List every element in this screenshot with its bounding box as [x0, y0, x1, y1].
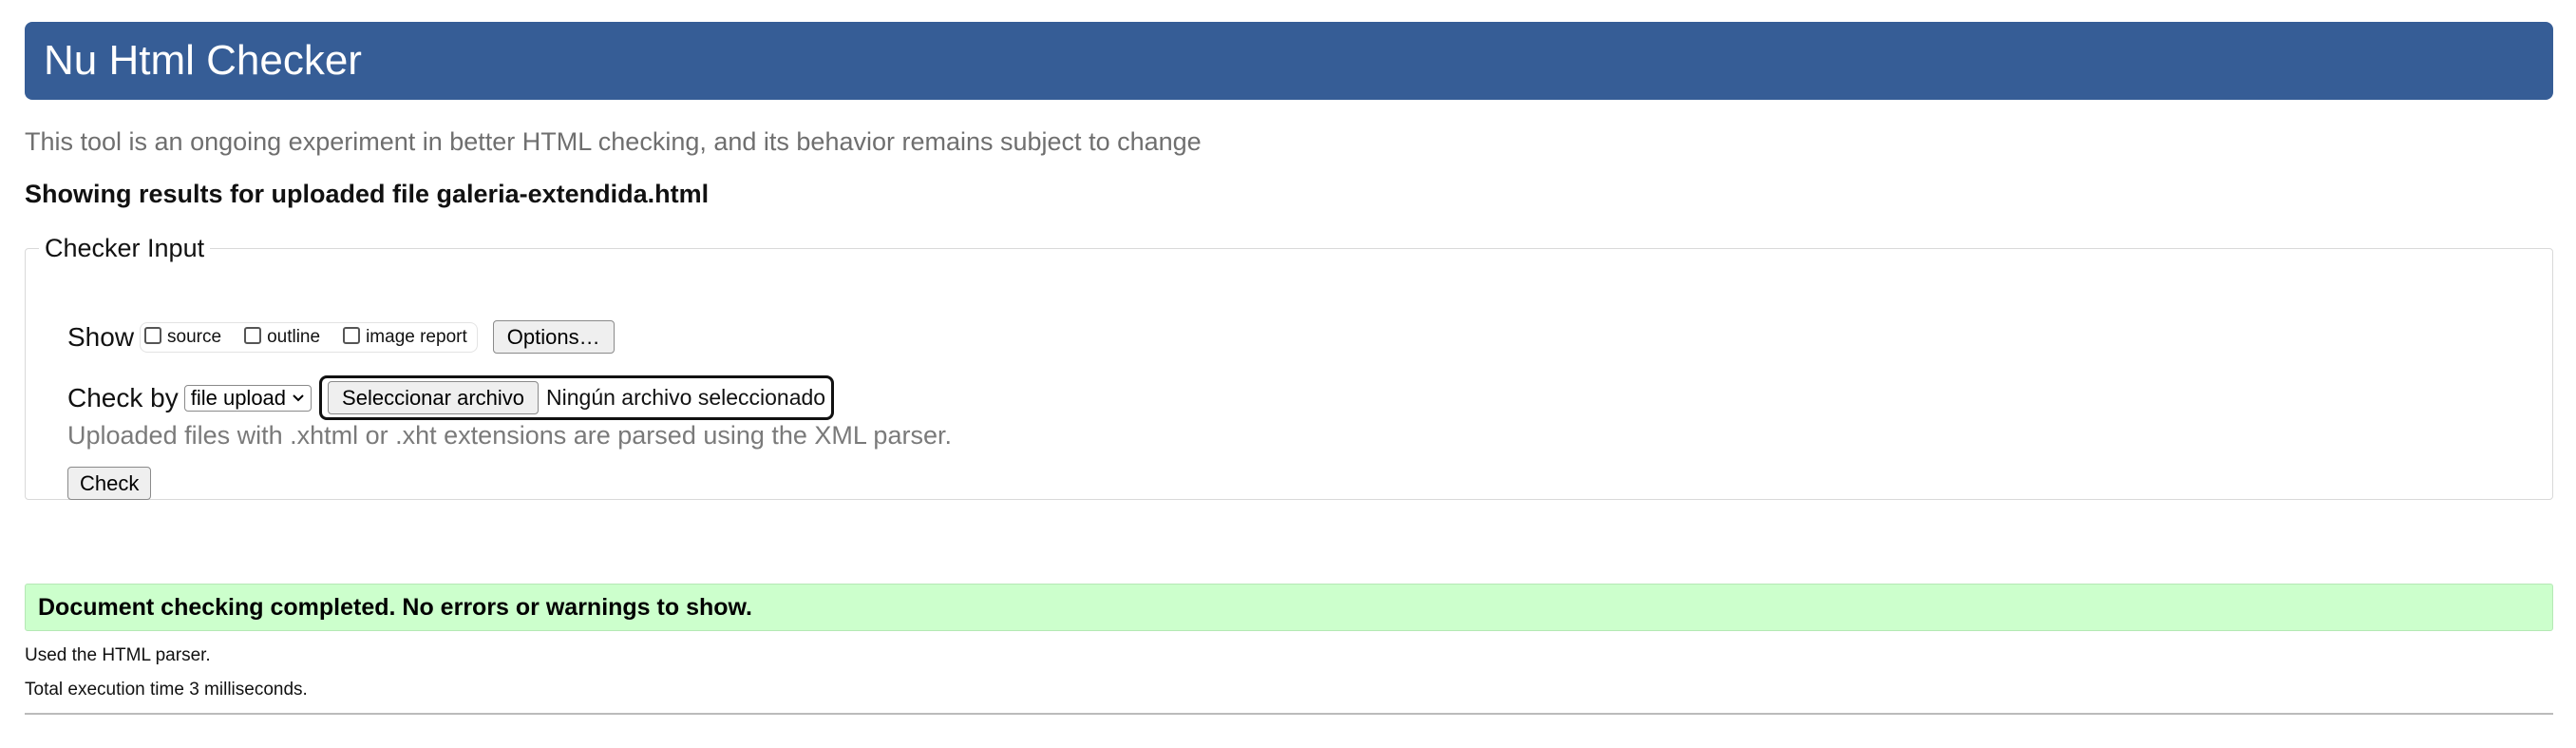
check-by-label: Check by [67, 382, 179, 412]
option-outline-label: outline [267, 326, 321, 347]
check-by-select-value: file upload [190, 385, 287, 410]
source-checkbox[interactable] [144, 326, 162, 344]
option-outline[interactable]: outline [244, 326, 321, 348]
check-by-select[interactable]: file upload [183, 384, 313, 412]
xml-parser-hint: Uploaded files with .xhtml or .xht exten… [67, 421, 952, 450]
show-label: Show [67, 321, 135, 352]
show-options-group: source outline image report [140, 321, 478, 353]
intro-text: This tool is an ongoing experiment in be… [25, 127, 1202, 156]
success-message: Document checking completed. No errors o… [25, 584, 2553, 631]
results-heading: Showing results for uploaded file galeri… [25, 180, 710, 208]
option-image-report-label: image report [366, 326, 467, 347]
checker-input-fieldset: Checker Input Show source outline image … [25, 234, 2553, 501]
checker-input-legend: Checker Input [45, 234, 205, 262]
page-title: Nu Html Checker [44, 37, 362, 84]
choose-file-button[interactable]: Seleccionar archivo [328, 381, 540, 415]
header-banner: Nu Html Checker [25, 22, 2553, 100]
divider [25, 713, 2553, 715]
chevron-down-icon [293, 393, 304, 402]
page: Nu Html Checker This tool is an ongoing … [0, 0, 2576, 748]
file-status: Ningún archivo seleccionado [546, 385, 826, 411]
image-report-checkbox[interactable] [343, 326, 361, 344]
option-image-report[interactable]: image report [343, 326, 467, 348]
execution-time: Total execution time 3 milliseconds. [25, 680, 308, 700]
options-button[interactable]: Options… [492, 320, 615, 355]
file-input[interactable]: Seleccionar archivo Ningún archivo selec… [319, 375, 835, 421]
parser-note: Used the HTML parser. [25, 645, 211, 665]
option-source[interactable]: source [144, 326, 222, 348]
option-source-label: source [167, 326, 222, 347]
check-by-row: Check by file upload Seleccionar archivo… [67, 375, 835, 421]
outline-checkbox[interactable] [244, 326, 262, 344]
show-options-row: Show source outline image report Options… [67, 320, 615, 355]
check-button[interactable]: Check [67, 467, 152, 501]
